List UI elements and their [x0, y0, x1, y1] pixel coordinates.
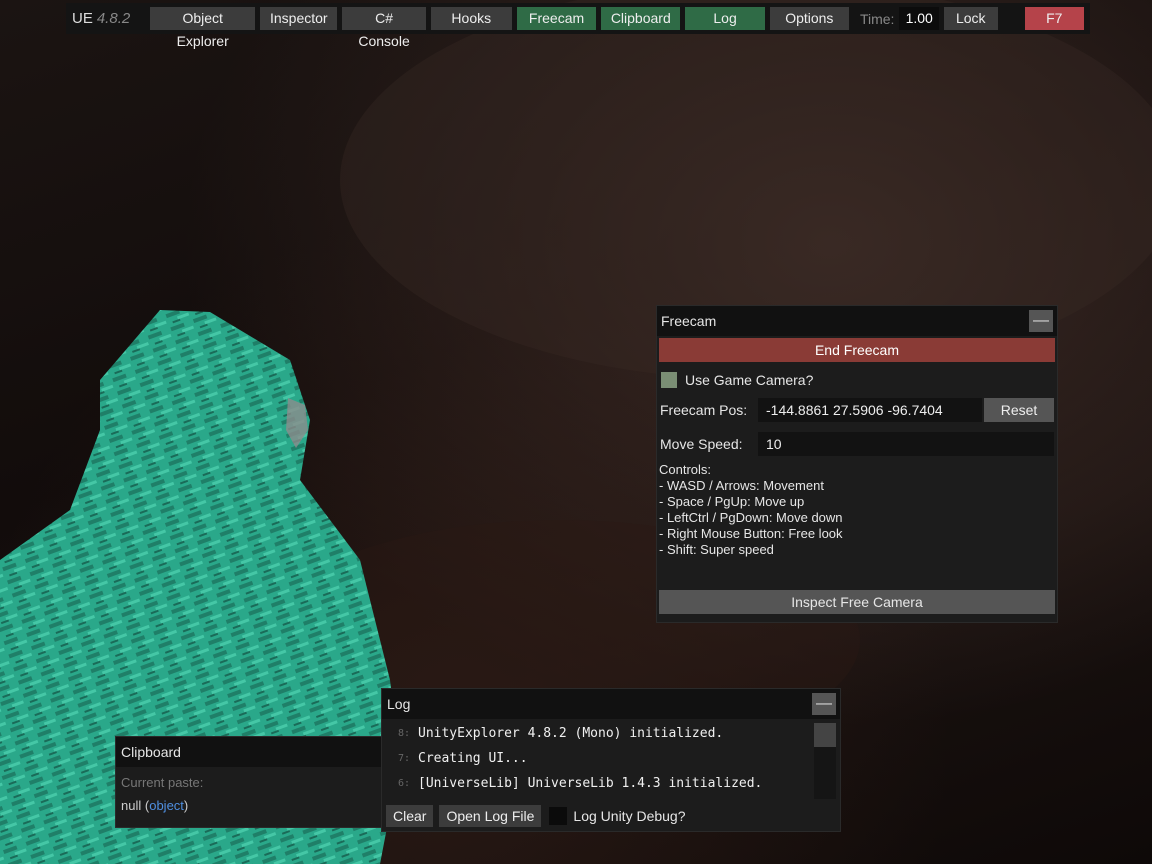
- controls-line: - LeftCtrl / PgDown: Move down: [659, 510, 843, 525]
- log-panel-title: Log: [387, 696, 411, 712]
- clipboard-panel-header[interactable]: Clipboard: [116, 737, 386, 767]
- controls-line: - WASD / Arrows: Movement: [659, 478, 824, 493]
- log-toolbar: Clear Open Log File Log Unity Debug?: [386, 805, 686, 827]
- log-line: 7: Creating UI...: [397, 751, 528, 766]
- use-game-camera-checkbox[interactable]: [661, 372, 677, 388]
- paste-type-link[interactable]: object: [149, 798, 184, 813]
- freecam-pos-input[interactable]: -144.8861 27.5906 -96.7404: [758, 398, 982, 422]
- csharp-console-tab[interactable]: C# Console: [342, 7, 426, 49]
- freecam-panel-title: Freecam: [661, 313, 717, 329]
- inspector-tab[interactable]: Inspector: [260, 7, 338, 30]
- controls-line: - Right Mouse Button: Free look: [659, 526, 843, 541]
- paste-null-text: null: [121, 798, 142, 813]
- app-version: 4.8.2: [96, 10, 131, 27]
- use-game-camera-row: Use Game Camera?: [657, 372, 1057, 388]
- app-name: UE: [72, 10, 93, 27]
- inspect-free-camera-button[interactable]: Inspect Free Camera: [659, 590, 1055, 614]
- hotkey-button[interactable]: F7: [1024, 7, 1085, 30]
- object-explorer-tab[interactable]: Object Explorer: [150, 7, 256, 49]
- clear-log-button[interactable]: Clear: [386, 805, 434, 827]
- log-panel-header[interactable]: Log —: [382, 689, 840, 719]
- log-scrollbar[interactable]: [814, 723, 836, 799]
- move-speed-input[interactable]: 10: [758, 432, 1054, 456]
- move-speed-label: Move Speed:: [660, 436, 743, 452]
- freecam-pos-row: Freecam Pos: -144.8861 27.5906 -96.7404 …: [657, 398, 1057, 422]
- log-unity-debug-checkbox[interactable]: [549, 807, 568, 825]
- clipboard-panel: Clipboard Current paste: null (object): [115, 736, 387, 828]
- hooks-tab[interactable]: Hooks: [430, 7, 512, 30]
- freecam-panel: Freecam — End Freecam Use Game Camera? F…: [656, 305, 1058, 623]
- controls-line: - Space / PgUp: Move up: [659, 494, 805, 509]
- controls-help: Controls: - WASD / Arrows: Movement - Sp…: [659, 462, 1057, 558]
- freecam-tab[interactable]: Freecam: [516, 7, 597, 30]
- minimize-icon[interactable]: —: [1029, 310, 1053, 332]
- time-scale-label: Time:: [859, 10, 895, 27]
- top-navbar: UE 4.8.2 Object Explorer Inspector C# Con…: [66, 3, 1090, 49]
- log-line: 8: UnityExplorer 4.8.2 (Mono) initialize…: [397, 726, 724, 741]
- clipboard-panel-title: Clipboard: [121, 744, 181, 760]
- controls-line: - Shift: Super speed: [659, 542, 774, 557]
- log-output: 8: UnityExplorer 4.8.2 (Mono) initialize…: [388, 721, 808, 799]
- freecam-panel-header[interactable]: Freecam —: [657, 306, 1057, 336]
- lock-button[interactable]: Lock: [944, 7, 998, 30]
- minimize-icon[interactable]: —: [812, 693, 836, 715]
- log-line: 6: [UniverseLib] UniverseLib 1.4.3 initi…: [397, 776, 763, 791]
- use-game-camera-label: Use Game Camera?: [685, 372, 814, 388]
- controls-line: Controls:: [659, 462, 712, 477]
- log-unity-debug-label: Log Unity Debug?: [573, 808, 686, 824]
- log-scrollbar-thumb[interactable]: [814, 723, 836, 747]
- time-scale-input[interactable]: 1.00: [899, 7, 939, 30]
- reset-button[interactable]: Reset: [984, 398, 1054, 422]
- current-paste-label: Current paste:: [121, 775, 204, 790]
- current-paste-value[interactable]: null (object): [116, 790, 386, 813]
- options-tab[interactable]: Options: [769, 7, 849, 30]
- log-panel: Log — 8: UnityExplorer 4.8.2 (Mono) init…: [381, 688, 841, 832]
- open-log-file-button[interactable]: Open Log File: [439, 805, 542, 827]
- move-speed-row: Move Speed: 10: [657, 432, 1057, 456]
- log-tab[interactable]: Log: [685, 7, 765, 30]
- freecam-pos-label: Freecam Pos:: [660, 402, 748, 418]
- clipboard-tab[interactable]: Clipboard: [601, 7, 681, 30]
- app-title: UE 4.8.2: [72, 10, 145, 27]
- end-freecam-button[interactable]: End Freecam: [659, 338, 1055, 362]
